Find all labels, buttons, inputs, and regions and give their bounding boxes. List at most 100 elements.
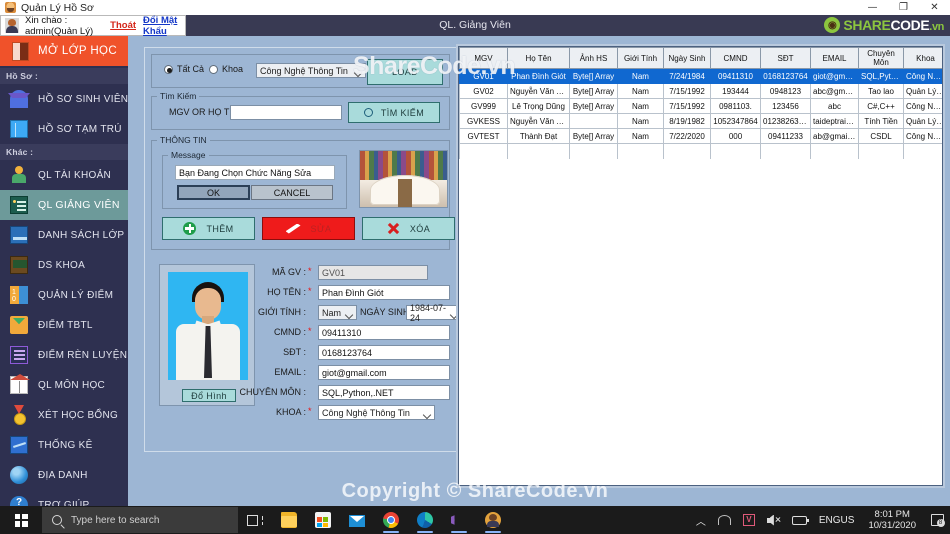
cell-email: abc@gmail.... (810, 83, 859, 99)
add-button[interactable]: THÊM (162, 217, 255, 240)
app-icon[interactable] (476, 506, 510, 534)
ok-button[interactable]: OK (177, 185, 250, 200)
cell-hoten: Thành Đạt (507, 128, 570, 144)
khoa-value: Công Nghệ Thông Tin (322, 407, 410, 418)
sidebar-item-label: HỒ SƠ TẠM TRÚ (38, 123, 122, 135)
sidebar-section-other: Khác : (0, 144, 128, 160)
start-button[interactable] (0, 506, 42, 534)
filter-group: Tất Cả Khoa Công Nghệ Thông Tin LOAD (151, 54, 450, 88)
table-row[interactable]: GV01 Phan Đình Giót Byte[] Array Nam 7/2… (459, 68, 942, 84)
col-hoten[interactable]: Họ Tên (507, 47, 570, 69)
sidebar-item-conduct-score[interactable]: ĐIỂM RÈN LUYỆN (0, 340, 128, 370)
khoa-select[interactable]: Công Nghệ Thông Tin (318, 405, 435, 420)
add-button-label: THÊM (206, 223, 234, 234)
radio-all[interactable] (164, 64, 173, 74)
cell-sdt: 01238263145 (760, 113, 811, 129)
load-button[interactable]: LOAD (367, 59, 443, 85)
search-input[interactable] (230, 105, 342, 120)
sidebar-item-class-list[interactable]: DANH SÁCH LỚP (0, 220, 128, 250)
upload-photo-button[interactable]: Đổ Hình (182, 389, 236, 402)
clock[interactable]: 8:01 PM 10/31/2020 (860, 509, 924, 531)
field-row-chuyen-mon: CHUYÊN MÔN : SQL,Python,.NET (239, 384, 450, 404)
sidebar-item-gpa[interactable]: ĐIỂM TBTL (0, 310, 128, 340)
upload-photo-label: Đổ Hình (191, 390, 227, 401)
radio-faculty[interactable] (209, 64, 218, 74)
sidebar-item-locations[interactable]: ĐỊA DANH (0, 460, 128, 490)
table-row[interactable]: GV999 Lê Trọng Dũng Byte[] Array Nam 7/1… (459, 98, 942, 114)
table-row[interactable]: GVKESS Nguyễn Văn Tài Nam 8/19/1982 1052… (459, 113, 942, 129)
sdt-input[interactable]: 0168123764 (318, 345, 450, 360)
cell-mgv: GVKESS (459, 113, 508, 129)
gioi-tinh-select[interactable]: Nam (318, 305, 357, 320)
notification-center-icon[interactable]: 8 (924, 506, 950, 534)
table-row[interactable]: GVTEST Thành Đạt Byte[] Array Nam 7/22/2… (459, 128, 942, 144)
visual-studio-icon[interactable] (442, 506, 476, 534)
cell-khoa: Quản Lý Đất... (903, 113, 942, 129)
sidebar-item-residence-profile[interactable]: HỒ SƠ TẠM TRÚ (0, 114, 128, 144)
cell-cmnd: 1052347864 (710, 113, 761, 129)
cell-mgv: GV999 (459, 98, 508, 114)
change-password-link[interactable]: Đổi Mật Khẩu (143, 15, 185, 37)
faculty-filter-select[interactable]: Công Nghệ Thông Tin (256, 63, 366, 78)
cmnd-input[interactable]: 09411310 (318, 325, 450, 340)
col-email[interactable]: EMAIL (810, 47, 859, 69)
sidebar-item-help[interactable]: TRỢ GIÚP (0, 490, 128, 506)
minimize-button[interactable]: — (857, 0, 888, 15)
sidebar-item-faculty-list[interactable]: DS KHOA (0, 250, 128, 280)
col-khoa[interactable]: Khoa (903, 47, 942, 69)
search-button[interactable]: TÌM KIẾM (348, 102, 440, 123)
col-chuyenmon[interactable]: Chuyên Môn (858, 47, 904, 69)
col-anhhs[interactable]: Ảnh HS (569, 47, 618, 69)
task-view-icon[interactable] (238, 506, 272, 534)
radio-faculty-label: Khoa (222, 64, 244, 74)
lecturer-grid[interactable]: MGV Họ Tên Ảnh HS Giới Tính Ngày Sinh CM… (458, 46, 943, 486)
sidebar-item-score-management[interactable]: QUẢN LÝ ĐIỂM (0, 280, 128, 310)
mail-icon[interactable] (340, 506, 374, 534)
col-sdt[interactable]: SĐT (760, 47, 811, 69)
wifi-icon[interactable] (712, 515, 737, 525)
close-button[interactable]: ✕ (919, 0, 950, 15)
cell-sdt: 123456 (760, 98, 811, 114)
sidebar-item-student-profile[interactable]: HỒ SƠ SINH VIÊN (0, 84, 128, 114)
sidebar-item-statistics[interactable]: THỐNG KÊ (0, 430, 128, 460)
graduate-icon (10, 90, 28, 108)
ngay-sinh-input[interactable]: 1984-07-24 (406, 303, 462, 323)
sidebar-item-lecturers[interactable]: QL GIẢNG VIÊN (0, 190, 128, 220)
cell-ngaysinh: 7/15/1992 (663, 98, 711, 114)
col-cmnd[interactable]: CMND (710, 47, 761, 69)
lecturer-photo (168, 272, 248, 380)
sidebar-item-subjects[interactable]: QL MÔN HỌC (0, 370, 128, 400)
edge-icon[interactable] (408, 506, 442, 534)
edit-button[interactable]: SỬA (262, 217, 355, 240)
maximize-button[interactable]: ❐ (888, 0, 919, 15)
sidebar-item-label: XÉT HỌC BỔNG (38, 409, 119, 421)
chuyen-mon-input[interactable]: SQL,Python,.NET (318, 385, 450, 400)
language-indicator[interactable]: ENG US (813, 515, 861, 526)
sidebar-item-accounts[interactable]: QL TÀI KHOẢN (0, 160, 128, 190)
sidebar-item-open-class[interactable]: MỞ LỚP HỌC (0, 36, 128, 68)
table-row[interactable]: GV02 Nguyễn Văn Tốt Byte[] Array Nam 7/1… (459, 83, 942, 99)
cell-email: ab@gmail.c... (810, 128, 859, 144)
col-gioitinh[interactable]: Giới Tính (617, 47, 664, 69)
sidebar-item-scholarship[interactable]: XÉT HỌC BỔNG (0, 400, 128, 430)
email-input[interactable]: giot@gmail.com (318, 365, 450, 380)
brand-text-share: SHARE (843, 17, 891, 33)
show-hidden-icons-button[interactable]: ︿ (690, 513, 712, 528)
chrome-icon[interactable] (374, 506, 408, 534)
v-badge-icon[interactable]: V (737, 514, 761, 526)
taskbar: Type here to search ︿ V ENG US 8:01 PM 1… (0, 506, 950, 534)
col-mgv[interactable]: MGV (459, 47, 508, 69)
col-ngaysinh[interactable]: Ngày Sinh (663, 47, 711, 69)
battery-icon[interactable] (786, 515, 813, 525)
load-button-label: LOAD (391, 67, 419, 77)
taskbar-search[interactable]: Type here to search (42, 507, 238, 533)
sidebar-item-label: ĐỊA DANH (38, 469, 88, 481)
delete-button[interactable]: XÓA (362, 217, 455, 240)
volume-mute-icon[interactable] (761, 514, 786, 526)
ho-ten-input[interactable]: Phan Đình Giót (318, 285, 450, 300)
cancel-button[interactable]: CANCEL (251, 185, 333, 200)
microsoft-store-icon[interactable] (306, 506, 340, 534)
logout-link[interactable]: Thoát (110, 20, 136, 31)
detail-fields: MÃ GV : * GV01 HỌ TÊN : * Phan Đình Giót… (239, 264, 462, 424)
file-explorer-icon[interactable] (272, 506, 306, 534)
